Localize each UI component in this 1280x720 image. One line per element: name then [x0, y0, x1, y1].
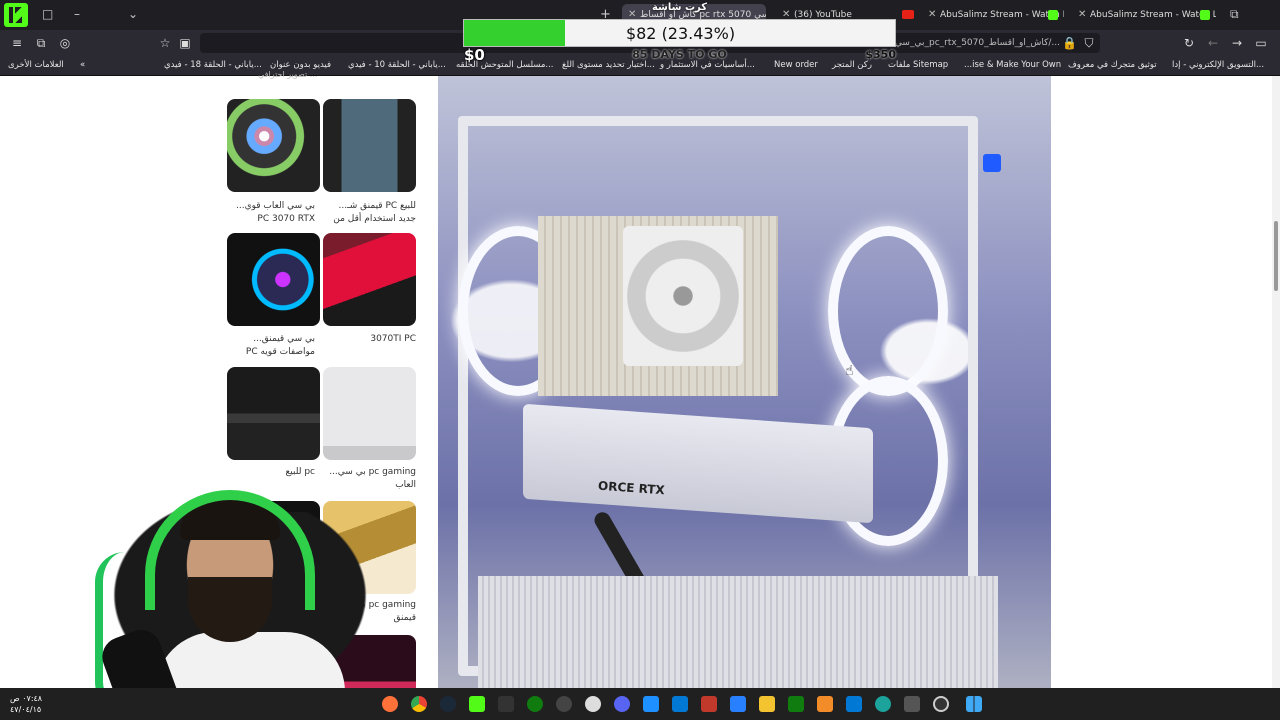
file-explorer-icon[interactable] — [759, 696, 775, 712]
chevron-double-left-icon[interactable]: « — [80, 60, 85, 70]
listing-thumbnail[interactable] — [323, 233, 416, 326]
listing-thumbnail[interactable] — [227, 367, 320, 460]
bookmark-item[interactable]: ملفات Sitemap — [888, 60, 948, 70]
store-icon[interactable] — [672, 696, 688, 712]
epic-games-icon[interactable] — [498, 696, 514, 712]
listing-thumbnail[interactable] — [227, 233, 320, 326]
scrollbar-thumb[interactable] — [1274, 221, 1278, 291]
headset-icon — [145, 490, 315, 610]
bookmark-item[interactable]: التسويق الإلكتروني - إدا... — [1172, 60, 1264, 70]
streamer-webcam — [80, 482, 400, 720]
listing-thumbnail[interactable] — [323, 99, 416, 192]
discord-icon[interactable] — [614, 696, 630, 712]
bookmark-item[interactable]: ...ise & Make Your Own — [964, 60, 1061, 70]
psu-shroud — [478, 576, 998, 688]
steam-icon[interactable] — [440, 696, 456, 712]
photos-icon[interactable] — [643, 696, 659, 712]
xbox-icon[interactable] — [527, 696, 543, 712]
listing-caption[interactable]: بي سي قيمنق... مواصفات قويه PC — [222, 333, 315, 359]
lock-icon: 🔒 — [1062, 36, 1077, 50]
kick-app-icon[interactable] — [469, 696, 485, 712]
shield-icon[interactable]: ⛉ — [1082, 36, 1096, 50]
reader-view-icon[interactable]: ▣ — [178, 36, 192, 50]
menu-icon[interactable]: ≡ — [10, 36, 24, 50]
donation-goal-widget: كرت شاشة $82 (23.43%) $0 85 DAYS TO GO $… — [463, 0, 896, 65]
chrome-icon[interactable] — [411, 696, 427, 712]
goal-days-left: 85 DAYS TO GO — [632, 48, 727, 61]
sidebar-toggle-icon[interactable]: ▭ — [1254, 36, 1268, 50]
reload-icon[interactable]: ↻ — [1182, 36, 1196, 50]
listing-partial-caption: تصوير احترافي ... — [258, 70, 318, 79]
listing-main-photo[interactable]: ORCE RTX — [438, 76, 1051, 688]
media-player-icon[interactable] — [556, 696, 572, 712]
kick-logo-icon — [4, 3, 28, 27]
other-bookmarks-folder[interactable]: العلامات الأخرى — [8, 60, 64, 70]
screen: □ – ⌄ + ✕ كاش او اقساط pc rtx 5070 بي سي… — [0, 0, 1280, 720]
todo-icon[interactable] — [730, 696, 746, 712]
account-icon[interactable]: ◎ — [58, 36, 72, 50]
page-scrollbar[interactable] — [1272, 76, 1280, 688]
edge-icon[interactable] — [875, 696, 891, 712]
tab-kick-1[interactable]: ✕ AbuSalimz Stream - Watch Live — [922, 4, 1064, 26]
close-tab-icon[interactable]: ✕ — [928, 4, 936, 26]
goal-max: $350 — [865, 48, 896, 61]
clock-date: ٤٧/٠٤/١٥ — [10, 705, 42, 714]
cpu-cooler-fan — [623, 226, 743, 366]
tab-label: AbuSalimz Stream - Watch Live — [1090, 10, 1216, 20]
bookmark-item[interactable]: فيديو بدون عنوان — [270, 60, 331, 70]
bookmark-item[interactable]: ياباني - الحلقة 10 - فيدي... — [348, 60, 446, 70]
outlook-icon[interactable] — [846, 696, 862, 712]
listing-thumbnail[interactable] — [227, 99, 320, 192]
tab-overview-icon[interactable]: ⧉ — [1230, 7, 1239, 22]
settings-gear-icon[interactable] — [585, 696, 601, 712]
bookmark-item[interactable]: ياباني - الحلقة 18 - فيدي... — [164, 60, 262, 70]
bookmark-item[interactable]: توثيق متجرك في معروف — [1068, 60, 1157, 70]
listing-caption[interactable]: pc للبيع — [222, 466, 315, 479]
close-tab-icon[interactable]: ✕ — [1078, 4, 1086, 26]
forward-icon[interactable]: → — [1230, 36, 1244, 50]
taskbar-clock[interactable]: ٠٧:٤٨ ص ٤٧/٠٤/١٥ — [10, 693, 42, 715]
listing-thumbnail[interactable] — [323, 367, 416, 460]
app-icon[interactable] — [701, 696, 717, 712]
blue-led — [983, 154, 1001, 172]
firefox-icon[interactable] — [382, 696, 398, 712]
xbox-app-icon[interactable] — [788, 696, 804, 712]
tab-kick-2[interactable]: ✕ AbuSalimz Stream - Watch Live — [1072, 4, 1216, 26]
listing-caption[interactable]: 3070TI PC — [323, 333, 416, 346]
clock-time: ٠٧:٤٨ ص — [10, 694, 43, 703]
back-icon[interactable]: ← — [1206, 36, 1220, 50]
listing-caption[interactable]: بي سي العاب قوي... PC 3070 RTX — [222, 200, 315, 226]
bookmark-star-icon[interactable]: ☆ — [158, 36, 172, 50]
hand-cursor-icon: ☝ — [845, 363, 854, 379]
listing-caption[interactable]: للبيع PC قيمنق شـ... جديد استخدام أقل من — [323, 200, 416, 226]
extensions-icon[interactable]: ⧉ — [34, 36, 48, 50]
taskbar: ٠٧:٤٨ ص ٤٧/٠٤/١٥ — [0, 688, 1280, 720]
goal-progress-bar: $82 (23.43%) — [463, 19, 896, 47]
restore-icon[interactable]: □ — [42, 7, 53, 21]
minimize-icon[interactable]: – — [74, 7, 80, 21]
search-icon[interactable] — [933, 696, 949, 712]
tab-list-chevron-icon[interactable]: ⌄ — [128, 7, 138, 21]
task-view-icon[interactable] — [904, 696, 920, 712]
tab-label: AbuSalimz Stream - Watch Live — [940, 10, 1064, 20]
kick-icon — [1200, 10, 1210, 20]
vlc-icon[interactable] — [817, 696, 833, 712]
goal-title: كرت شاشة — [651, 2, 708, 13]
youtube-icon — [902, 10, 914, 19]
windows-start-icon[interactable] — [966, 696, 982, 712]
kick-icon — [1048, 10, 1058, 20]
goal-amount: $82 (23.43%) — [625, 24, 736, 43]
